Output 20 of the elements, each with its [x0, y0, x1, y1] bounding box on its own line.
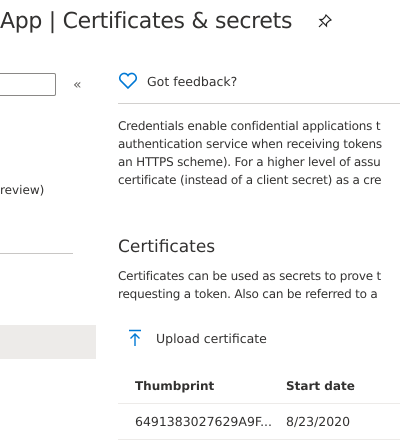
description-line: authentication service when receiving tokens: [118, 136, 383, 153]
pin-icon[interactable]: [317, 13, 334, 29]
description-line: Credentials enable confidential applications t: [118, 118, 382, 135]
collapse-button[interactable]: «: [73, 76, 82, 92]
upload-icon: [128, 329, 142, 347]
page-title: App | Certificates & secrets: [0, 8, 292, 34]
heart-icon: [118, 72, 138, 90]
description-line: an HTTPS scheme). For a higher level of assu: [118, 154, 382, 171]
search-field[interactable]: [0, 73, 56, 96]
table-cell: 8/23/2020: [286, 414, 350, 429]
description-line: Certificates can be used as secrets to prove t: [118, 268, 382, 285]
column-header[interactable]: Start date: [286, 378, 355, 392]
upload-certificate-button[interactable]: Upload certificate: [128, 329, 267, 347]
description-line: certificate (instead of a client secret) as a cre: [118, 172, 382, 189]
sidebar-item[interactable]: review): [0, 183, 96, 201]
column-header[interactable]: Thumbprint: [118, 378, 286, 392]
description-line: requesting a token. Also can be referred to a: [118, 286, 379, 303]
section-heading: Certificates: [118, 236, 216, 259]
feedback-button[interactable]: Got feedback?: [118, 72, 238, 90]
table-cell-text: 6491383027629A9F...: [134, 414, 273, 429]
